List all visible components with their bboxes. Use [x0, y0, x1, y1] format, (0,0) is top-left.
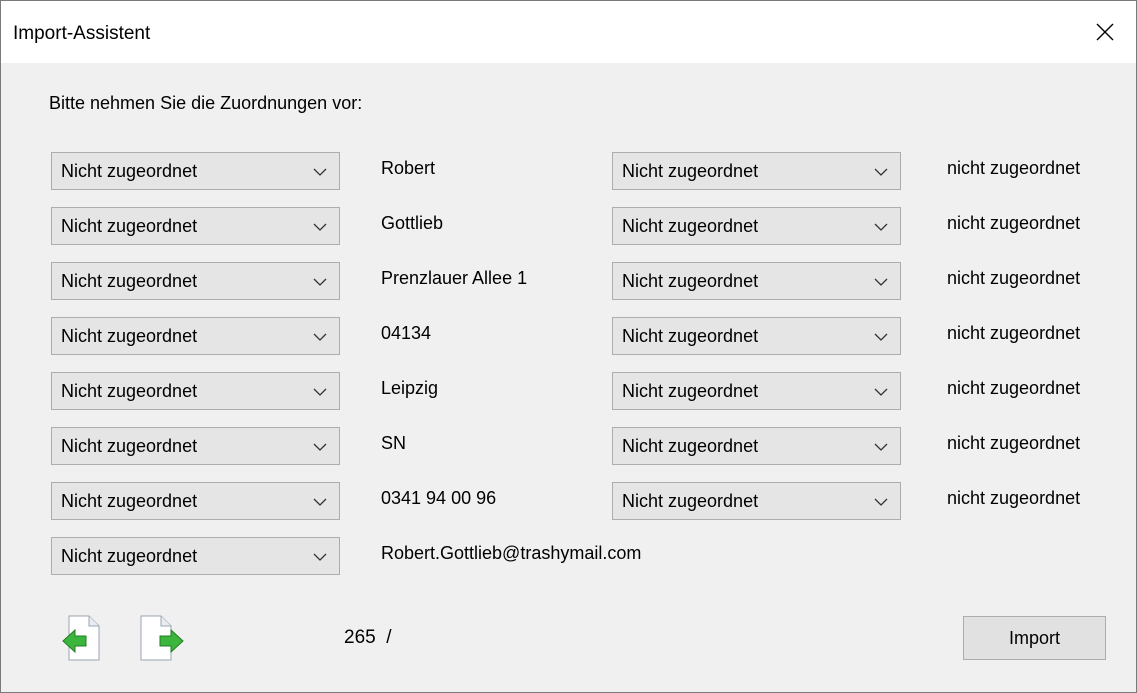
import-value: Robert: [381, 158, 436, 178]
close-icon: [1096, 23, 1114, 41]
mapping-row: Nicht zugeordnet Gottlieb Nicht zugeordn…: [1, 207, 1101, 247]
previous-record-button[interactable]: [59, 613, 109, 663]
close-button[interactable]: [1074, 1, 1136, 63]
field-mapping-select[interactable]: Nicht zugeordnet: [612, 427, 901, 465]
field-mapping-select[interactable]: Nicht zugeordnet: [51, 372, 340, 410]
chevron-down-icon: [313, 553, 327, 561]
import-value: nicht zugeordnet: [947, 488, 1081, 508]
import-value: nicht zugeordnet: [947, 158, 1081, 178]
import-value: 0341 94 00 96: [381, 488, 497, 508]
mapping-row: Nicht zugeordnet Robert Nicht zugeordnet…: [1, 152, 1101, 192]
field-mapping-select[interactable]: Nicht zugeordnet: [612, 482, 901, 520]
window-title: Import-Assistent: [13, 23, 151, 44]
import-value: nicht zugeordnet: [947, 433, 1081, 453]
import-value: 04134: [381, 323, 432, 343]
chevron-down-icon: [874, 498, 888, 506]
chevron-down-icon: [313, 168, 327, 176]
import-value: Gottlieb: [381, 213, 444, 233]
record-counter: 265 /: [344, 627, 392, 648]
field-mapping-select[interactable]: Nicht zugeordnet: [51, 427, 340, 465]
chevron-down-icon: [874, 388, 888, 396]
import-value: nicht zugeordnet: [947, 323, 1081, 343]
chevron-down-icon: [313, 388, 327, 396]
mapping-row: Nicht zugeordnet SN Nicht zugeordnet nic…: [1, 427, 1101, 467]
chevron-down-icon: [313, 223, 327, 231]
import-assistant-dialog: Import-Assistent Bitte nehmen Sie die Zu…: [0, 0, 1137, 693]
mapping-row: Nicht zugeordnet Leipzig Nicht zugeordne…: [1, 372, 1101, 412]
import-value: Robert.Gottlieb@trashymail.com: [381, 543, 642, 563]
field-mapping-select[interactable]: Nicht zugeordnet: [51, 207, 340, 245]
field-mapping-select[interactable]: Nicht zugeordnet: [51, 537, 340, 575]
chevron-down-icon: [874, 223, 888, 231]
mapping-row: Nicht zugeordnet Prenzlauer Allee 1 Nich…: [1, 262, 1101, 302]
chevron-down-icon: [313, 333, 327, 341]
import-value: nicht zugeordnet: [947, 268, 1081, 288]
mapping-row: Nicht zugeordnet 0341 94 00 96 Nicht zug…: [1, 482, 1101, 522]
field-mapping-select[interactable]: Nicht zugeordnet: [51, 482, 340, 520]
field-mapping-select[interactable]: Nicht zugeordnet: [51, 317, 340, 355]
import-value: nicht zugeordnet: [947, 213, 1081, 233]
next-page-icon: [140, 615, 184, 661]
instruction-text: Bitte nehmen Sie die Zuordnungen vor:: [49, 93, 363, 113]
field-mapping-select[interactable]: Nicht zugeordnet: [51, 262, 340, 300]
chevron-down-icon: [313, 498, 327, 506]
import-value: SN: [381, 433, 407, 453]
title-bar: Import-Assistent: [1, 1, 1136, 63]
import-button[interactable]: Import: [963, 616, 1106, 660]
field-mapping-select[interactable]: Nicht zugeordnet: [612, 262, 901, 300]
field-mapping-select[interactable]: Nicht zugeordnet: [612, 152, 901, 190]
import-value: nicht zugeordnet: [947, 378, 1081, 398]
chevron-down-icon: [313, 278, 327, 286]
field-mapping-select[interactable]: Nicht zugeordnet: [612, 372, 901, 410]
chevron-down-icon: [874, 278, 888, 286]
chevron-down-icon: [874, 168, 888, 176]
import-value: Prenzlauer Allee 1: [381, 268, 528, 288]
chevron-down-icon: [874, 443, 888, 451]
mapping-row: Nicht zugeordnet Robert.Gottlieb@trashym…: [1, 537, 1101, 577]
next-record-button[interactable]: [137, 613, 187, 663]
previous-page-icon: [62, 615, 100, 661]
chevron-down-icon: [313, 443, 327, 451]
chevron-down-icon: [874, 333, 888, 341]
field-mapping-select[interactable]: Nicht zugeordnet: [612, 317, 901, 355]
mapping-row: Nicht zugeordnet 04134 Nicht zugeordnet …: [1, 317, 1101, 357]
field-mapping-select[interactable]: Nicht zugeordnet: [51, 152, 340, 190]
import-value: Leipzig: [381, 378, 439, 398]
field-mapping-select[interactable]: Nicht zugeordnet: [612, 207, 901, 245]
